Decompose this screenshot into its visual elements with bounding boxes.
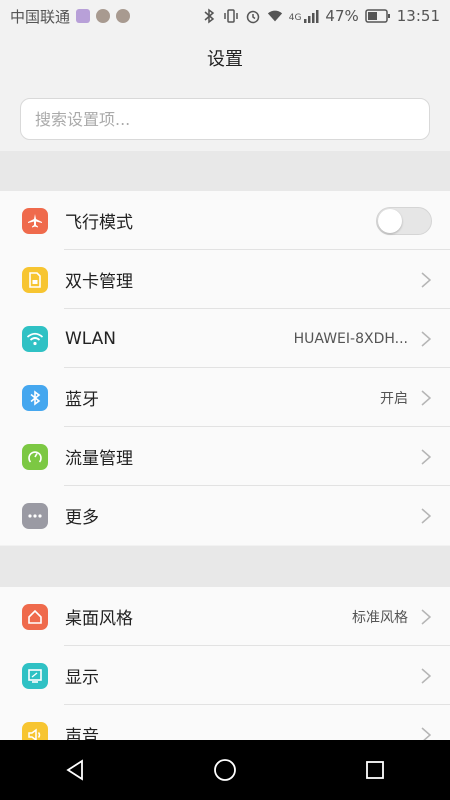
settings-item-home-style[interactable]: 桌面风格 标准风格: [0, 587, 450, 646]
recents-square-icon: [366, 761, 384, 779]
battery-icon: [365, 8, 391, 24]
bluetooth-icon: [22, 384, 48, 411]
settings-item-wlan[interactable]: WLAN HUAWEI-8XDH...: [0, 309, 450, 368]
data-usage-icon: [22, 443, 48, 470]
section-divider: [0, 546, 450, 587]
settings-item-label: 桌面风格: [65, 609, 133, 629]
settings-item-label: 飞行模式: [65, 213, 133, 233]
chevron-right-icon: [421, 330, 432, 347]
home-circle-icon: [214, 759, 236, 781]
back-triangle-icon: [66, 759, 83, 781]
notification-icon: [76, 9, 91, 23]
settings-item-label: WLAN: [65, 328, 117, 349]
navigation-bar: [0, 740, 450, 800]
chevron-right-icon: [421, 507, 432, 524]
chevron-right-icon: [421, 667, 432, 684]
vibrate-icon: [223, 8, 239, 24]
search-box[interactable]: [20, 98, 430, 140]
more-icon: [22, 502, 48, 529]
chevron-right-icon: [421, 389, 432, 406]
settings-screen: 中国联通 4G 47% 13:51 设置 搜索设置项... 飞行模式 双卡管理 …: [0, 0, 450, 800]
clock: 13:51: [396, 7, 440, 25]
bluetooth-status-icon: [201, 8, 217, 24]
signal-icon: [303, 8, 319, 24]
airplane-mode-toggle[interactable]: [376, 206, 432, 235]
settings-group-connectivity: 飞行模式 双卡管理 WLAN HUAWEI-8XDH... 蓝牙 开启 流量管理…: [0, 191, 450, 545]
settings-group-personalization: 桌面风格 标准风格 显示 声音: [0, 587, 450, 740]
settings-item-value: 标准风格: [352, 609, 408, 626]
sim-card-icon: [22, 266, 48, 293]
status-left: 中国联通: [10, 6, 131, 27]
settings-item-more[interactable]: 更多: [0, 486, 450, 545]
chevron-right-icon: [421, 271, 432, 288]
app-notification-icon: [116, 9, 131, 23]
toggle-knob: [378, 208, 402, 233]
settings-item-airplane-mode[interactable]: 飞行模式: [0, 191, 450, 250]
settings-item-label: 显示: [65, 668, 99, 688]
chevron-right-icon: [421, 726, 432, 740]
network-type-label: 4G: [288, 13, 302, 23]
settings-item-label: 蓝牙: [65, 390, 99, 410]
settings-item-label: 声音: [65, 727, 99, 740]
home-icon: [22, 603, 48, 630]
chevron-right-icon: [421, 448, 432, 465]
recents-button[interactable]: [345, 740, 405, 800]
settings-item-dual-sim[interactable]: 双卡管理: [0, 250, 450, 309]
settings-item-display[interactable]: 显示: [0, 646, 450, 705]
settings-item-bluetooth[interactable]: 蓝牙 开启: [0, 368, 450, 427]
page-title: 设置: [207, 49, 243, 70]
battery-percent: 47%: [325, 7, 359, 25]
back-button[interactable]: [45, 740, 105, 800]
airplane-icon: [22, 207, 48, 234]
status-right: 4G 47% 13:51: [201, 7, 440, 25]
status-bar: 中国联通 4G 47% 13:51: [0, 0, 450, 32]
carrier-label: 中国联通: [10, 7, 71, 26]
section-divider: [0, 151, 450, 191]
settings-item-sound[interactable]: 声音: [0, 705, 450, 740]
settings-item-value: HUAWEI-8XDH...: [293, 330, 408, 347]
wifi-icon: [22, 325, 48, 352]
sound-icon: [22, 721, 48, 740]
home-button[interactable]: [195, 740, 255, 800]
settings-item-data-usage[interactable]: 流量管理: [0, 427, 450, 486]
settings-item-label: 双卡管理: [65, 272, 133, 292]
alarm-icon: [245, 8, 261, 24]
settings-item-label: 流量管理: [65, 449, 133, 469]
display-icon: [22, 662, 48, 689]
search-input[interactable]: [33, 108, 417, 130]
settings-item-label: 更多: [65, 508, 99, 528]
chevron-right-icon: [421, 608, 432, 625]
app-notification-icon: [96, 9, 111, 23]
wifi-status-icon: [267, 8, 283, 24]
settings-item-value: 开启: [380, 390, 408, 407]
